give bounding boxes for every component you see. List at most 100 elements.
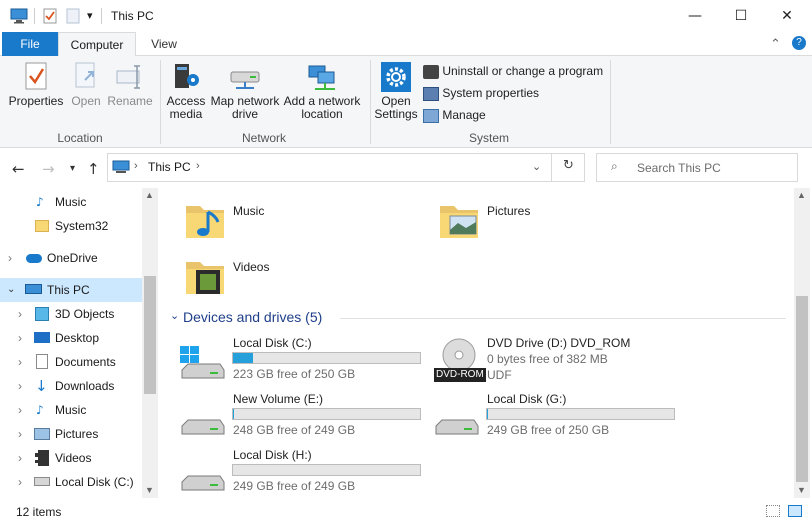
expand-chevron-icon[interactable]: ›	[18, 398, 22, 422]
map-network-drive-button[interactable]: Map network drive	[209, 62, 281, 121]
search-placeholder: Search This PC	[637, 161, 721, 175]
refresh-icon[interactable]: ↻	[563, 158, 574, 173]
breadcrumb-chevron-icon[interactable]: ›	[134, 160, 138, 172]
devices-group-header[interactable]: ⌄ Devices and drives (5)	[166, 308, 786, 328]
drive-icon	[181, 475, 225, 491]
nav-item-system32[interactable]: System32	[0, 214, 142, 238]
recent-locations-icon[interactable]: ▾	[70, 163, 75, 174]
collapse-chevron-icon[interactable]: ⌄	[7, 278, 15, 302]
expand-chevron-icon[interactable]: ›	[18, 470, 22, 494]
new-folder-quick-icon[interactable]	[66, 8, 80, 24]
large-icons-view-icon[interactable]	[788, 505, 802, 517]
manage-label: Manage	[442, 108, 486, 122]
tab-computer[interactable]: Computer	[58, 32, 136, 57]
music-icon: ♪	[36, 195, 44, 209]
address-dropdown-icon[interactable]: ⌄	[532, 160, 541, 173]
scroll-down-icon[interactable]: ▼	[797, 485, 806, 495]
nav-item-music[interactable]: › ♪ Music	[0, 398, 142, 422]
search-input[interactable]: ⌕ Search This PC	[596, 153, 798, 182]
drive-free-space: 223 GB free of 250 GB	[233, 367, 356, 381]
system-properties-button[interactable]: System properties	[423, 84, 539, 104]
folder-name: Videos	[233, 260, 270, 274]
folder-item-music[interactable]: Music	[184, 198, 424, 244]
nav-scrollbar-thumb[interactable]	[144, 276, 156, 394]
system-properties-label: System properties	[442, 86, 540, 100]
computer-icon[interactable]	[10, 8, 28, 24]
header-rule	[340, 318, 786, 319]
add-network-location-button[interactable]: Add a network location	[282, 62, 362, 121]
drive-name: New Volume (E:)	[233, 392, 324, 406]
breadcrumb-this-pc[interactable]: This PC	[148, 160, 191, 174]
forward-arrow-icon[interactable]: →	[42, 160, 55, 178]
drive-item-g[interactable]: Local Disk (G:) 249 GB free of 250 GB	[434, 390, 684, 440]
scroll-up-icon[interactable]: ▲	[797, 190, 806, 200]
nav-item-downloads[interactable]: › ↓ Downloads	[0, 374, 142, 398]
folder-item-pictures[interactable]: Pictures	[438, 198, 678, 244]
open-settings-label: Open Settings	[374, 94, 418, 121]
expand-chevron-icon[interactable]: ›	[18, 422, 22, 446]
properties-quick-icon[interactable]	[42, 8, 58, 24]
folder-item-videos[interactable]: Videos	[184, 254, 424, 300]
expand-chevron-icon[interactable]: ›	[18, 374, 22, 398]
nav-item-3d-objects[interactable]: › 3D Objects	[0, 302, 142, 326]
collapse-ribbon-icon[interactable]: ⌃	[770, 36, 781, 52]
scroll-down-icon[interactable]: ▼	[145, 485, 154, 495]
address-bar[interactable]: › This PC › ⌄ ↻	[107, 153, 585, 182]
collapse-chevron-icon[interactable]: ⌄	[170, 309, 179, 322]
expand-chevron-icon[interactable]: ›	[8, 246, 12, 270]
nav-item-this-pc[interactable]: ⌄ This PC	[0, 278, 142, 302]
properties-button[interactable]: Properties	[6, 62, 66, 108]
details-view-icon[interactable]	[766, 505, 780, 517]
nav-item-local-disk-c[interactable]: › Local Disk (C:)	[0, 470, 142, 494]
tab-file[interactable]: File	[2, 32, 58, 56]
back-arrow-icon[interactable]: ←	[12, 160, 25, 178]
up-arrow-icon[interactable]: ↑	[87, 160, 100, 178]
tab-view[interactable]: View	[140, 32, 188, 56]
add-network-location-label: Add a network location	[283, 94, 361, 121]
pictures-icon	[34, 428, 50, 440]
help-icon[interactable]: ?	[792, 36, 806, 50]
drive-usage-fill	[487, 409, 488, 419]
access-media-button[interactable]: Access media	[164, 62, 208, 121]
folder-icon	[35, 220, 49, 232]
quick-access-dropdown[interactable]: ▾	[87, 9, 93, 25]
content-scrollbar[interactable]: ▲ ▼	[794, 188, 810, 498]
maximize-button[interactable]: ☐	[718, 0, 764, 32]
drive-usage-bar	[232, 352, 421, 364]
drive-item-h[interactable]: Local Disk (H:) 249 GB free of 249 GB	[180, 446, 430, 496]
settings-gear-icon	[381, 62, 411, 92]
drive-item-dvd[interactable]: DVD-ROM DVD Drive (D:) DVD_ROM 0 bytes f…	[434, 334, 684, 384]
ribbon-tabs: File Computer View ⌃ ?	[0, 32, 812, 57]
drive-usage-fill	[233, 409, 234, 419]
rename-button[interactable]: Rename	[106, 62, 154, 108]
nav-item-videos[interactable]: › Videos	[0, 446, 142, 470]
nav-scrollbar[interactable]: ▲ ▼	[142, 188, 158, 498]
drive-item-e[interactable]: New Volume (E:) 248 GB free of 249 GB	[180, 390, 430, 440]
expand-chevron-icon[interactable]: ›	[18, 326, 22, 350]
computer-icon	[112, 160, 130, 173]
map-drive-label: Map network drive	[210, 94, 280, 121]
open-settings-button[interactable]: Open Settings	[374, 62, 418, 121]
nav-item-label: Desktop	[55, 331, 100, 345]
minimize-button[interactable]: —	[672, 0, 718, 32]
expand-chevron-icon[interactable]: ›	[18, 302, 22, 326]
content-scrollbar-thumb[interactable]	[796, 296, 808, 482]
nav-item-onedrive[interactable]: › OneDrive	[0, 246, 142, 270]
scroll-up-icon[interactable]: ▲	[145, 190, 154, 200]
nav-item-music[interactable]: ♪ Music	[0, 190, 142, 214]
manage-button[interactable]: Manage	[423, 106, 486, 126]
nav-item-desktop[interactable]: › Desktop	[0, 326, 142, 350]
uninstall-program-button[interactable]: Uninstall or change a program	[423, 62, 603, 82]
nav-item-pictures[interactable]: › Pictures	[0, 422, 142, 446]
computer-icon	[25, 284, 42, 294]
window-title: This PC	[111, 9, 154, 23]
open-button[interactable]: Open	[66, 62, 106, 108]
breadcrumb-chevron-icon[interactable]: ›	[196, 160, 200, 172]
expand-chevron-icon[interactable]: ›	[18, 350, 22, 374]
nav-item-documents[interactable]: › Documents	[0, 350, 142, 374]
open-label: Open	[71, 94, 101, 108]
dvd-disc-icon	[442, 338, 476, 372]
drive-item-c[interactable]: Local Disk (C:) 223 GB free of 250 GB	[180, 334, 430, 384]
close-button[interactable]: ✕	[764, 0, 810, 32]
expand-chevron-icon[interactable]: ›	[18, 446, 22, 470]
